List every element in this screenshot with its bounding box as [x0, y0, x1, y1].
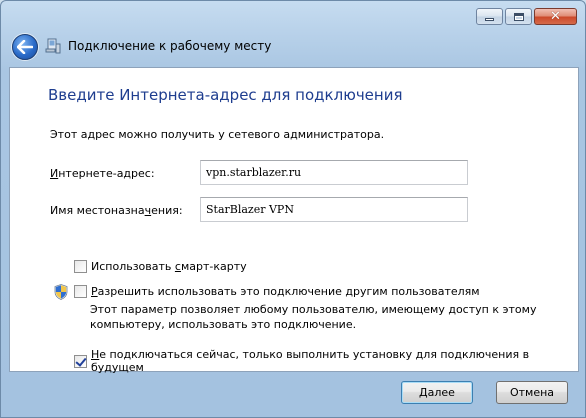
- close-button[interactable]: ✕: [534, 8, 577, 25]
- dialog-window: ✕ Подключение к рабочему месту Введите И…: [0, 0, 586, 418]
- smartcard-checkbox[interactable]: [74, 260, 87, 273]
- address-label-accel: И: [50, 167, 59, 180]
- allow-others-label: Разрешить использовать это подключение д…: [91, 285, 480, 298]
- destination-label: Имя местоназначения:: [50, 204, 183, 217]
- caption-buttons: ✕: [476, 8, 577, 25]
- dont-connect-now-option[interactable]: Не подключаться сейчас, только выполнить…: [74, 348, 578, 374]
- page-heading: Введите Интернета-адрес для подключения: [48, 86, 403, 104]
- next-button[interactable]: Далее: [401, 381, 473, 404]
- address-input[interactable]: [200, 160, 468, 185]
- allow-others-description: Этот параметр позволяет любому пользоват…: [90, 302, 536, 332]
- address-label: Интернете-адрес:: [50, 167, 155, 180]
- smartcard-label: Использовать смарт-карту: [91, 260, 247, 273]
- destination-name-input[interactable]: [200, 197, 468, 222]
- allow-others-description-line2: компьютеру, использовать это подключение…: [90, 318, 357, 331]
- allow-others-description-line1: Этот параметр позволяет любому пользоват…: [90, 303, 537, 316]
- allow-others-option[interactable]: Разрешить использовать это подключение д…: [74, 285, 480, 298]
- cancel-button[interactable]: Отмена: [496, 381, 568, 404]
- minimize-button[interactable]: [476, 8, 503, 25]
- uac-shield-icon: [54, 284, 68, 300]
- back-button[interactable]: [12, 34, 38, 60]
- info-text: Этот адрес можно получить у сетевого адм…: [50, 128, 385, 141]
- smartcard-option[interactable]: Использовать смарт-карту: [74, 260, 247, 273]
- window-title: Подключение к рабочему месту: [68, 39, 272, 53]
- allow-others-checkbox[interactable]: [74, 285, 87, 298]
- content-panel: Введите Интернета-адрес для подключения …: [9, 67, 579, 374]
- maximize-button[interactable]: [505, 8, 532, 25]
- minimize-icon: [477, 9, 502, 24]
- close-icon: ✕: [550, 9, 561, 24]
- dont-connect-now-checkbox[interactable]: [74, 354, 87, 368]
- dont-connect-now-label: Не подключаться сейчас, только выполнить…: [91, 348, 530, 374]
- back-arrow-icon: [17, 40, 33, 54]
- network-connection-icon: [45, 38, 61, 54]
- address-label-rest: нтернете-адрес:: [58, 167, 155, 180]
- maximize-icon: [506, 9, 531, 24]
- destination-label-post: ения:: [151, 204, 183, 217]
- destination-label-pre: Имя местоназна: [50, 204, 145, 217]
